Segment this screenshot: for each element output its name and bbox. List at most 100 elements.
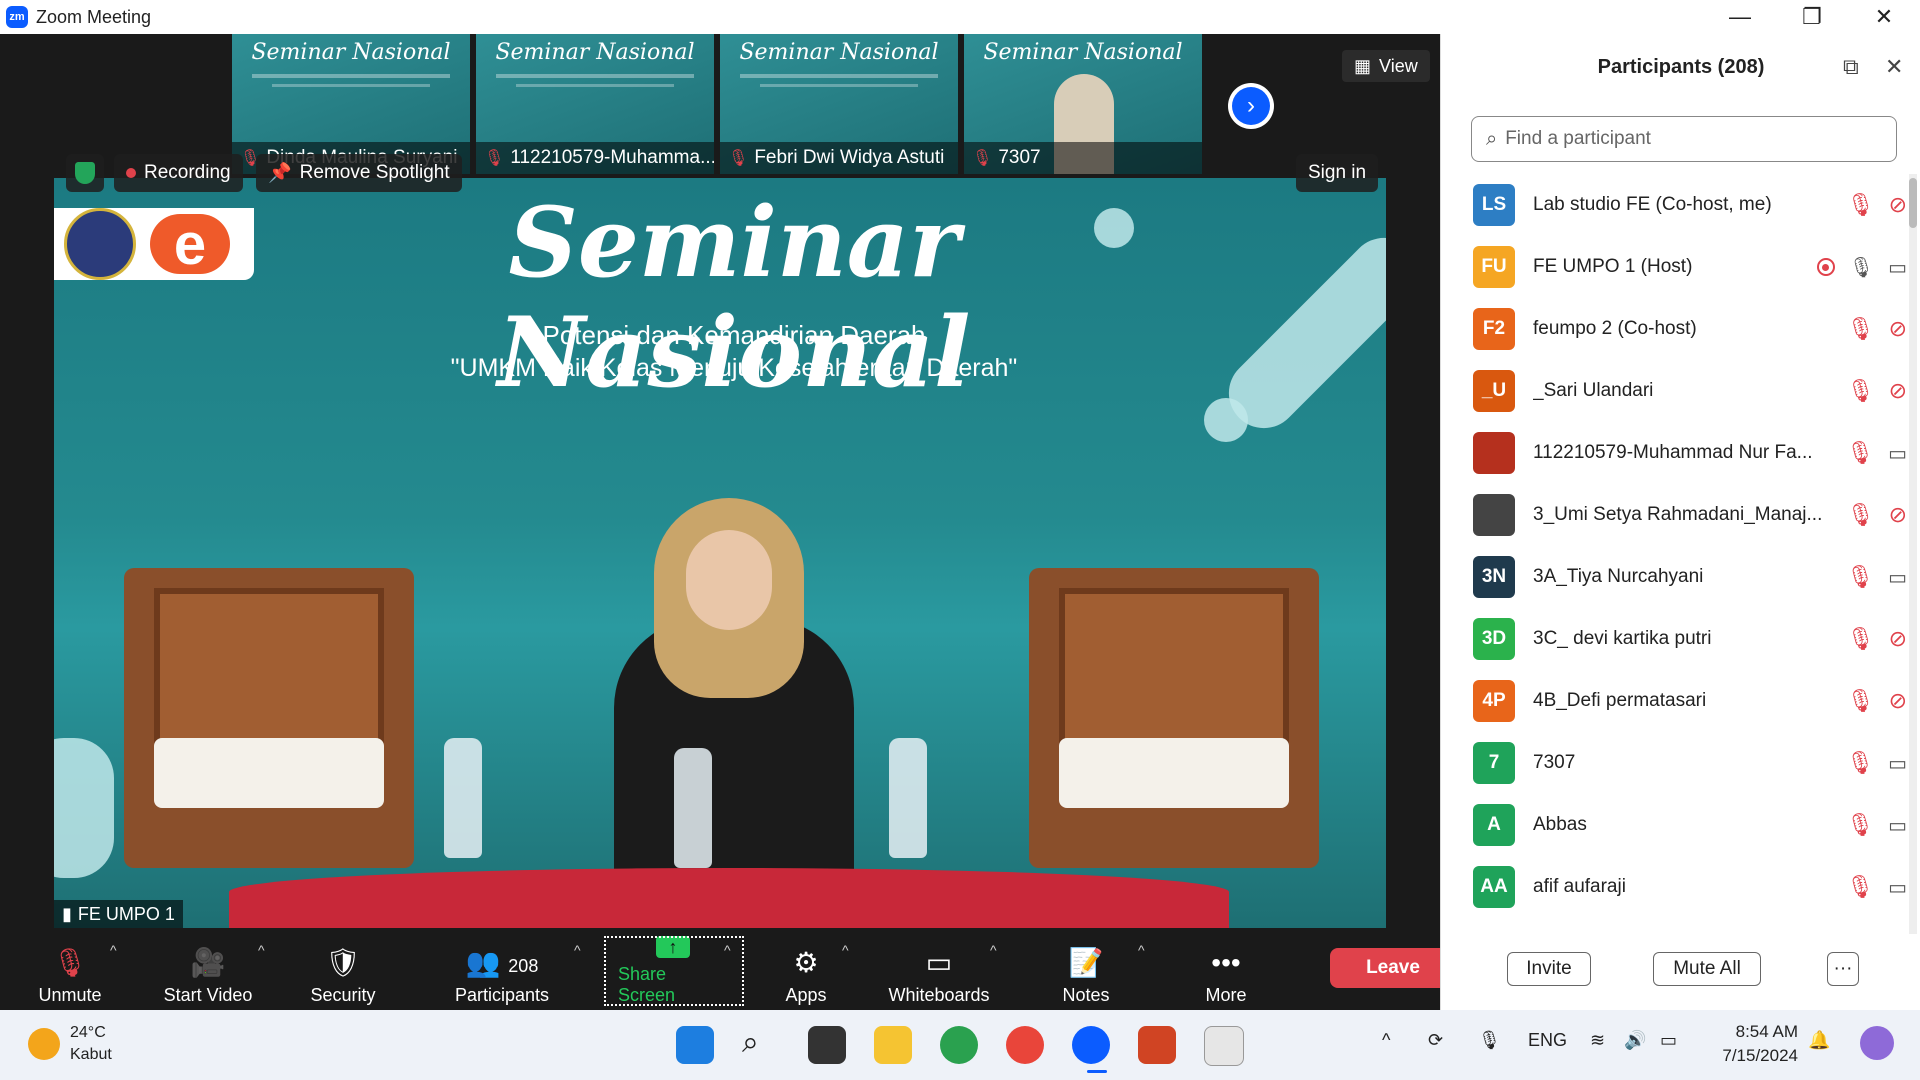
thumbnail-tile[interactable]: Seminar Nasional 🎙 Febri Dwi Widya Astuti (720, 34, 958, 174)
video-off-icon[interactable]: ⊘ (1889, 192, 1907, 218)
whiteboards-button[interactable]: ▭ Whiteboards (884, 936, 994, 1006)
restore-button[interactable]: ❐ (1782, 0, 1842, 34)
participant-row[interactable]: 7 7307 🎙 ▭ (1441, 732, 1911, 794)
mic-muted-icon[interactable]: 🎙 (1847, 502, 1875, 528)
copilot-icon[interactable] (1860, 1026, 1894, 1060)
avatar: AA (1473, 866, 1515, 908)
mic-muted-icon[interactable]: 🎙 (1846, 812, 1874, 838)
minimize-button[interactable]: — (1710, 0, 1770, 34)
mute-all-button[interactable]: Mute All (1653, 952, 1761, 986)
security-button[interactable]: 🛡 Security (300, 936, 386, 1006)
video-icon[interactable]: ▭ (1888, 565, 1907, 590)
thumbnail-tile[interactable]: Seminar Nasional 🎙 7307 (964, 34, 1202, 174)
start-video-button[interactable]: 🎥 Start Video (158, 936, 258, 1006)
mic-muted-icon[interactable]: 🎙 (1846, 750, 1874, 776)
system-clock[interactable]: 8:54 AM 7/15/2024 (1720, 1020, 1798, 1068)
participants-options-chevron-icon[interactable]: ^ (574, 942, 581, 958)
spotlight-video[interactable]: e Seminar Nasional Potensi dan Kemandiri… (54, 178, 1386, 928)
video-off-icon[interactable]: ⊘ (1889, 626, 1907, 652)
video-icon[interactable]: ▭ (1888, 255, 1907, 280)
zoom-app-icon[interactable] (1072, 1026, 1110, 1064)
powerpoint-icon[interactable] (1138, 1026, 1176, 1064)
apps-options-chevron-icon[interactable]: ^ (842, 942, 849, 958)
sign-in-button[interactable]: Sign in (1296, 154, 1379, 192)
whiteboards-options-chevron-icon[interactable]: ^ (990, 942, 997, 958)
notes-button[interactable]: 📝 Notes (1056, 936, 1116, 1006)
pop-out-icon[interactable]: ⧉ (1843, 54, 1859, 80)
view-button[interactable]: ▦ View (1342, 50, 1430, 82)
participant-row[interactable]: 3N 3A_Tiya Nurcahyani 🎙 ▭ (1441, 546, 1911, 608)
next-page-button[interactable]: › (1228, 83, 1274, 129)
decorative-shape (54, 738, 114, 878)
mic-muted-icon: 🎙 (972, 150, 993, 167)
leave-button[interactable]: Leave (1330, 948, 1456, 988)
start-menu-icon[interactable] (676, 1026, 714, 1064)
participant-row[interactable]: A Abbas 🎙 ▭ (1441, 794, 1911, 856)
microphone-tray-icon[interactable]: 🎙 (1478, 1030, 1501, 1051)
video-off-icon[interactable]: ⊘ (1889, 378, 1907, 404)
chrome-icon[interactable] (940, 1026, 978, 1064)
battery-icon[interactable]: ▭ (1660, 1030, 1677, 1051)
task-view-icon[interactable] (808, 1026, 846, 1064)
participant-row[interactable]: F2 feumpo 2 (Co-host) 🎙 ⊘ (1441, 298, 1911, 360)
recording-indicator[interactable]: Recording (114, 154, 243, 192)
participant-list-scrollbar[interactable] (1909, 174, 1917, 934)
close-window-button[interactable]: ✕ (1854, 0, 1914, 34)
thumbnail-tile[interactable]: Seminar Nasional 🎙Dinda Maulina Suryani (232, 34, 470, 174)
mic-muted-icon[interactable]: 🎙 (1846, 440, 1874, 466)
mic-muted-icon[interactable]: 🎙 (1847, 626, 1875, 652)
avatar: FU (1473, 246, 1515, 288)
thumbnail-tile[interactable]: Seminar Nasional 🎙 112210579-Muhamma... (476, 34, 714, 174)
video-off-icon[interactable]: ⊘ (1889, 688, 1907, 714)
sync-icon[interactable]: ⟳ (1428, 1030, 1443, 1051)
participant-row[interactable]: 3_Umi Setya Rahmadani_Manaj... 🎙 ⊘ (1441, 484, 1911, 546)
participant-search-input[interactable]: ⌕ Find a participant (1471, 116, 1897, 162)
more-button[interactable]: ••• More (1196, 936, 1256, 1006)
participant-row[interactable]: 3D 3C_ devi kartika putri 🎙 ⊘ (1441, 608, 1911, 670)
mic-icon[interactable]: 🎙 (1849, 255, 1874, 280)
chrome-profile-icon[interactable] (1006, 1026, 1044, 1064)
volume-icon[interactable]: 🔊 (1624, 1030, 1646, 1051)
mic-muted-icon[interactable]: 🎙 (1846, 874, 1874, 900)
mic-muted-icon: 🎙 (52, 947, 88, 978)
participant-row[interactable]: FU FE UMPO 1 (Host) 🎙 ▭ (1441, 236, 1911, 298)
participant-row[interactable]: 4P 4B_Defi permatasari 🎙 ⊘ (1441, 670, 1911, 732)
video-off-icon[interactable]: ⊘ (1889, 502, 1907, 528)
participant-row[interactable]: AA afif aufaraji 🎙 ▭ (1441, 856, 1911, 918)
video-off-icon[interactable]: ⊘ (1889, 316, 1907, 342)
mic-muted-icon[interactable]: 🎙 (1847, 316, 1875, 342)
audio-options-chevron-icon[interactable]: ^ (110, 942, 117, 958)
search-icon[interactable]: ⌕ (742, 1026, 780, 1064)
unmute-button[interactable]: 🎙 Unmute (30, 936, 110, 1006)
calendar-app-icon[interactable] (1204, 1026, 1244, 1066)
participants-panel: Participants (208) ⧉ ✕ ⌕ Find a participa… (1440, 34, 1920, 1010)
language-indicator[interactable]: ENG (1528, 1030, 1567, 1051)
remove-spotlight-button[interactable]: 📌 Remove Spotlight (256, 154, 462, 192)
weather-widget[interactable]: 24°C Kabut (28, 1022, 112, 1066)
participants-button[interactable]: 👥 208 Participants (450, 936, 554, 1006)
invite-button[interactable]: Invite (1507, 952, 1591, 986)
mic-muted-icon[interactable]: 🎙 (1847, 192, 1875, 218)
video-options-chevron-icon[interactable]: ^ (258, 942, 265, 958)
mic-muted-icon[interactable]: 🎙 (1846, 564, 1874, 590)
panel-more-button[interactable]: ··· (1827, 952, 1859, 986)
video-icon[interactable]: ▭ (1888, 441, 1907, 466)
notifications-bell-icon[interactable]: 🔔 (1808, 1030, 1830, 1051)
security-shield-icon[interactable] (66, 154, 104, 192)
mic-muted-icon[interactable]: 🎙 (1847, 688, 1875, 714)
participant-row[interactable]: 112210579-Muhammad Nur Fa... 🎙 ▭ (1441, 422, 1911, 484)
apps-button[interactable]: ⚙ Apps (776, 936, 836, 1006)
mic-muted-icon[interactable]: 🎙 (1847, 378, 1875, 404)
file-explorer-icon[interactable] (874, 1026, 912, 1064)
notes-options-chevron-icon[interactable]: ^ (1138, 942, 1145, 958)
participant-row[interactable]: LS Lab studio FE (Co-host, me) 🎙 ⊘ (1441, 174, 1911, 236)
show-hidden-icons-chevron-icon[interactable]: ^ (1382, 1030, 1390, 1051)
participant-row[interactable]: _U _Sari Ulandari 🎙 ⊘ (1441, 360, 1911, 422)
thumbnail-name: 7307 (998, 147, 1041, 168)
video-icon[interactable]: ▭ (1888, 875, 1907, 900)
close-panel-icon[interactable]: ✕ (1885, 54, 1903, 80)
wifi-icon[interactable]: ≋ (1590, 1030, 1605, 1051)
video-icon[interactable]: ▭ (1888, 751, 1907, 776)
participants-icon: 👥 208 (465, 947, 539, 978)
video-icon[interactable]: ▭ (1888, 813, 1907, 838)
